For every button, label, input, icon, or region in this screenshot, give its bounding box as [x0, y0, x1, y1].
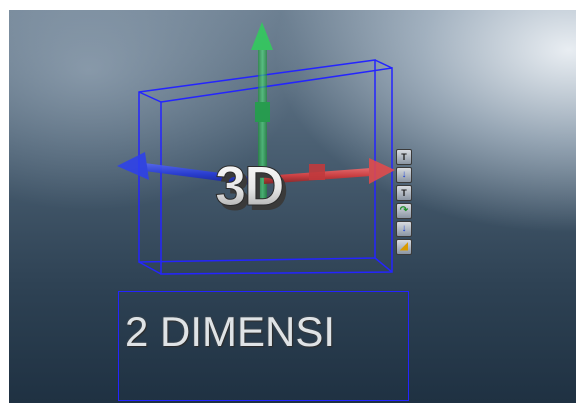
move-down-blue-button[interactable]: ↓ [396, 167, 412, 183]
3d-viewport[interactable]: 3D 3D 2 DIMENSI T ↓ T ↷ ↓ ◢ [9, 10, 576, 403]
translate-y-icon: T [401, 151, 407, 162]
translate-x-button[interactable]: T [396, 185, 412, 201]
move-down-blue-icon: ↓ [401, 169, 407, 180]
scale-icon: ◢ [400, 241, 408, 252]
translate-y-button[interactable]: T [396, 149, 412, 165]
translate-x-icon: T [401, 187, 407, 198]
move-down-button[interactable]: ↓ [396, 221, 412, 237]
3d-text-object[interactable]: 3D 3D [215, 154, 290, 223]
3d-text: 3D [215, 154, 283, 217]
rotate-green-button[interactable]: ↷ [396, 203, 412, 219]
move-down-icon: ↓ [401, 223, 407, 234]
2d-text-object[interactable]: 2 DIMENSI [125, 308, 335, 356]
transform-toolbar: T ↓ T ↷ ↓ ◢ [396, 149, 412, 255]
rotate-green-icon: ↷ [399, 205, 409, 216]
scale-button[interactable]: ◢ [396, 239, 412, 255]
